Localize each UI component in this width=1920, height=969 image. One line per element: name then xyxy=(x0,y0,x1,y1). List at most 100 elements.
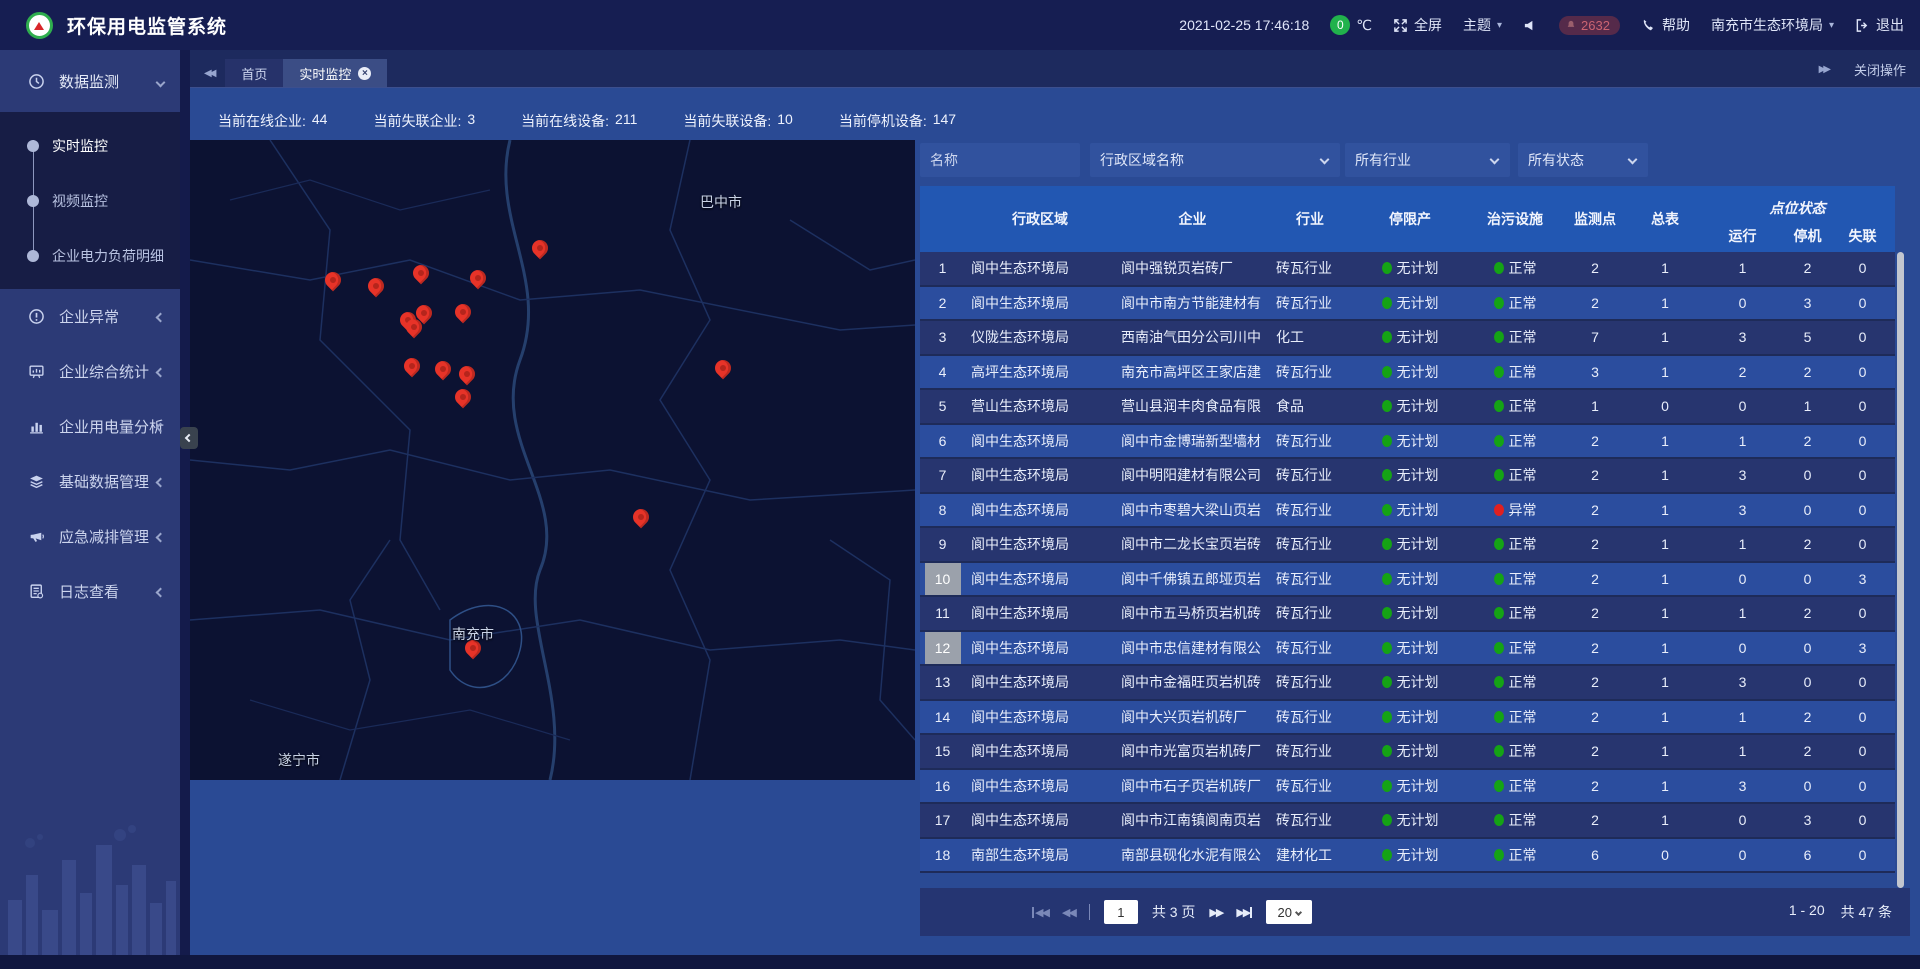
status-dot-green xyxy=(1382,504,1392,516)
table-row[interactable]: 18南部生态环境局南部县砚化水泥有限公建材化工无计划正常60060 xyxy=(920,839,1895,874)
stat-value: 3 xyxy=(467,111,475,131)
sidebar-menu: 数据监测实时监控视频监控企业电力负荷明细企业异常企业综合统计企业用电量分析基础数… xyxy=(0,50,180,619)
cell-region: 阆中生态环境局 xyxy=(965,666,1115,699)
row-number: 14 xyxy=(925,701,961,734)
sidebar-item-日志查看[interactable]: 日志查看 xyxy=(0,564,180,619)
name-filter-input[interactable] xyxy=(930,152,1070,168)
cell-lost: 0 xyxy=(1830,666,1895,699)
table-scrollbar[interactable] xyxy=(1897,252,1904,888)
cell-stopped: 0 xyxy=(1785,494,1830,527)
table-row[interactable]: 17阆中生态环境局阆中市江南镇阆南页岩砖瓦行业无计划正常21030 xyxy=(920,804,1895,839)
last-page-button[interactable]: ▶▶ xyxy=(1236,906,1252,919)
cell-stop: 无计划 xyxy=(1350,425,1470,458)
cell-region: 阆中生态环境局 xyxy=(965,287,1115,320)
sidebar-item-数据监测[interactable]: 数据监测 xyxy=(0,50,180,112)
fullscreen-button[interactable]: 全屏 xyxy=(1393,15,1442,35)
table-row[interactable]: 10阆中生态环境局阆中千佛镇五郎垭页岩砖瓦行业无计划正常21003 xyxy=(920,563,1895,598)
cell-meters: 1 xyxy=(1630,528,1700,561)
status-dot-green xyxy=(1494,780,1504,792)
sidebar-item-应急减排管理[interactable]: 应急减排管理 xyxy=(0,509,180,564)
page-size-select[interactable]: 20 xyxy=(1266,900,1312,924)
table-row[interactable]: 12阆中生态环境局阆中市忠信建材有限公砖瓦行业无计划正常21003 xyxy=(920,632,1895,667)
sidebar-item-企业用电量分析[interactable]: 企业用电量分析 xyxy=(0,399,180,454)
status-text: 无计划 xyxy=(1397,327,1439,347)
table-row[interactable]: 14阆中生态环境局阆中大兴页岩机砖厂砖瓦行业无计划正常21120 xyxy=(920,701,1895,736)
map[interactable]: 巴中市南充市遂宁市 xyxy=(190,140,915,780)
cell-meters: 1 xyxy=(1630,632,1700,665)
status-dot-green xyxy=(1494,849,1504,861)
notification-badge[interactable]: 2632 xyxy=(1559,16,1620,35)
map-collapse-button[interactable] xyxy=(180,427,198,449)
table-row[interactable]: 15阆中生态环境局阆中市光富页岩机砖厂砖瓦行业无计划正常21120 xyxy=(920,735,1895,770)
tab-scroll-left-icon[interactable]: ◀◀ xyxy=(190,68,225,87)
table-row[interactable]: 11阆中生态环境局阆中市五马桥页岩机砖砖瓦行业无计划正常21120 xyxy=(920,597,1895,632)
chevron-down-icon: ▾ xyxy=(1497,20,1502,31)
region-filter-select[interactable]: 行政区域名称 xyxy=(1090,143,1340,177)
log-icon xyxy=(28,583,45,600)
name-filter-field[interactable] xyxy=(920,143,1080,177)
status-dot-green xyxy=(1494,814,1504,826)
status-dot-green xyxy=(1382,538,1392,550)
cell-stopped: 0 xyxy=(1785,632,1830,665)
mute-button[interactable] xyxy=(1523,18,1538,33)
table-row[interactable]: 7阆中生态环境局阆中明阳建材有限公司砖瓦行业无计划正常21300 xyxy=(920,459,1895,494)
next-page-button[interactable]: ▶▶ xyxy=(1209,906,1222,919)
status-text: 无计划 xyxy=(1397,465,1439,485)
cell-industry: 砖瓦行业 xyxy=(1270,459,1350,492)
tab-home[interactable]: 首页 xyxy=(225,59,283,87)
tab-scroll-right-icon[interactable]: ▶▶ xyxy=(1819,64,1828,75)
cell-region: 仪陇生态环境局 xyxy=(965,321,1115,354)
row-number: 4 xyxy=(925,356,961,389)
sidebar-subitem-视频监控[interactable]: 视频监控 xyxy=(0,173,180,228)
org-dropdown[interactable]: 南充市生态环境局 ▾ xyxy=(1711,15,1834,35)
page-number-input[interactable] xyxy=(1104,900,1138,924)
cell-points: 2 xyxy=(1560,459,1630,492)
table-row[interactable]: 8阆中生态环境局阆中市枣碧大梁山页岩砖瓦行业无计划异常21300 xyxy=(920,494,1895,529)
sidebar-item-企业综合统计[interactable]: 企业综合统计 xyxy=(0,344,180,399)
table-row[interactable]: 16阆中生态环境局阆中市石子页岩机砖厂砖瓦行业无计划正常21300 xyxy=(920,770,1895,805)
first-page-button[interactable]: ◀◀ xyxy=(1032,906,1048,919)
sidebar-item-企业异常[interactable]: 企业异常 xyxy=(0,289,180,344)
cell-stopped: 2 xyxy=(1785,597,1830,630)
status-filter-select[interactable]: 所有状态 xyxy=(1518,143,1648,177)
theme-dropdown[interactable]: 主题 ▾ xyxy=(1463,15,1502,35)
table-row[interactable]: 2阆中生态环境局阆中市南方节能建材有砖瓦行业无计划正常21030 xyxy=(920,287,1895,322)
status-dot-green xyxy=(1382,849,1392,861)
status-dot-green xyxy=(1382,366,1392,378)
table-row[interactable]: 9阆中生态环境局阆中市二龙长宝页岩砖砖瓦行业无计划正常21120 xyxy=(920,528,1895,563)
cell-seq: 2 xyxy=(920,287,965,320)
cell-facility: 正常 xyxy=(1470,390,1560,423)
sidebar-item-基础数据管理[interactable]: 基础数据管理 xyxy=(0,454,180,509)
table-row[interactable]: 4高坪生态环境局南充市高坪区王家店建砖瓦行业无计划正常31220 xyxy=(920,356,1895,391)
help-button[interactable]: 帮助 xyxy=(1641,15,1690,35)
close-icon[interactable]: × xyxy=(358,67,371,80)
cell-region: 阆中生态环境局 xyxy=(965,770,1115,803)
logout-button[interactable]: 退出 xyxy=(1855,15,1904,35)
record-range: 1 - 20 共 47 条 xyxy=(1789,902,1892,922)
table-row[interactable]: 3仪陇生态环境局西南油气田分公司川中化工无计划正常71350 xyxy=(920,321,1895,356)
table-row[interactable]: 6阆中生态环境局阆中市金博瑞新型墙材砖瓦行业无计划正常21120 xyxy=(920,425,1895,460)
chevron-down-icon xyxy=(1295,908,1302,915)
cell-points: 2 xyxy=(1560,287,1630,320)
sidebar-subitem-企业电力负荷明细[interactable]: 企业电力负荷明细 xyxy=(0,228,180,283)
status-text: 异常 xyxy=(1509,500,1537,520)
col-company: 企业 xyxy=(1115,186,1270,252)
tab-realtime-monitor[interactable]: 实时监控 × xyxy=(283,59,387,87)
col-industry: 行业 xyxy=(1270,186,1350,252)
table-row[interactable]: 13阆中生态环境局阆中市金福旺页岩机砖砖瓦行业无计划正常21300 xyxy=(920,666,1895,701)
cell-facility: 正常 xyxy=(1470,287,1560,320)
cell-stopped: 3 xyxy=(1785,287,1830,320)
table-row[interactable]: 1阆中生态环境局阆中强锐页岩砖厂砖瓦行业无计划正常21120 xyxy=(920,252,1895,287)
industry-filter-select[interactable]: 所有行业 xyxy=(1345,143,1510,177)
col-run: 运行 xyxy=(1700,220,1785,252)
table-row[interactable]: 5营山生态环境局营山县润丰肉食品有限食品无计划正常10010 xyxy=(920,390,1895,425)
cell-run: 0 xyxy=(1700,390,1785,423)
close-operations-menu[interactable]: 关闭操作 xyxy=(1854,60,1906,79)
sidebar-item-label: 企业综合统计 xyxy=(59,361,149,382)
sidebar-subitem-实时监控[interactable]: 实时监控 xyxy=(0,118,180,173)
status-text: 正常 xyxy=(1509,362,1537,382)
row-number: 2 xyxy=(925,287,961,320)
prev-page-button[interactable]: ◀◀ xyxy=(1062,906,1075,919)
status-dot-red xyxy=(1494,504,1504,516)
table-header: 行政区域 企业 行业 停限产 治污设施 监测点 总表 点位状态 运行 停机 失联 xyxy=(920,186,1895,252)
